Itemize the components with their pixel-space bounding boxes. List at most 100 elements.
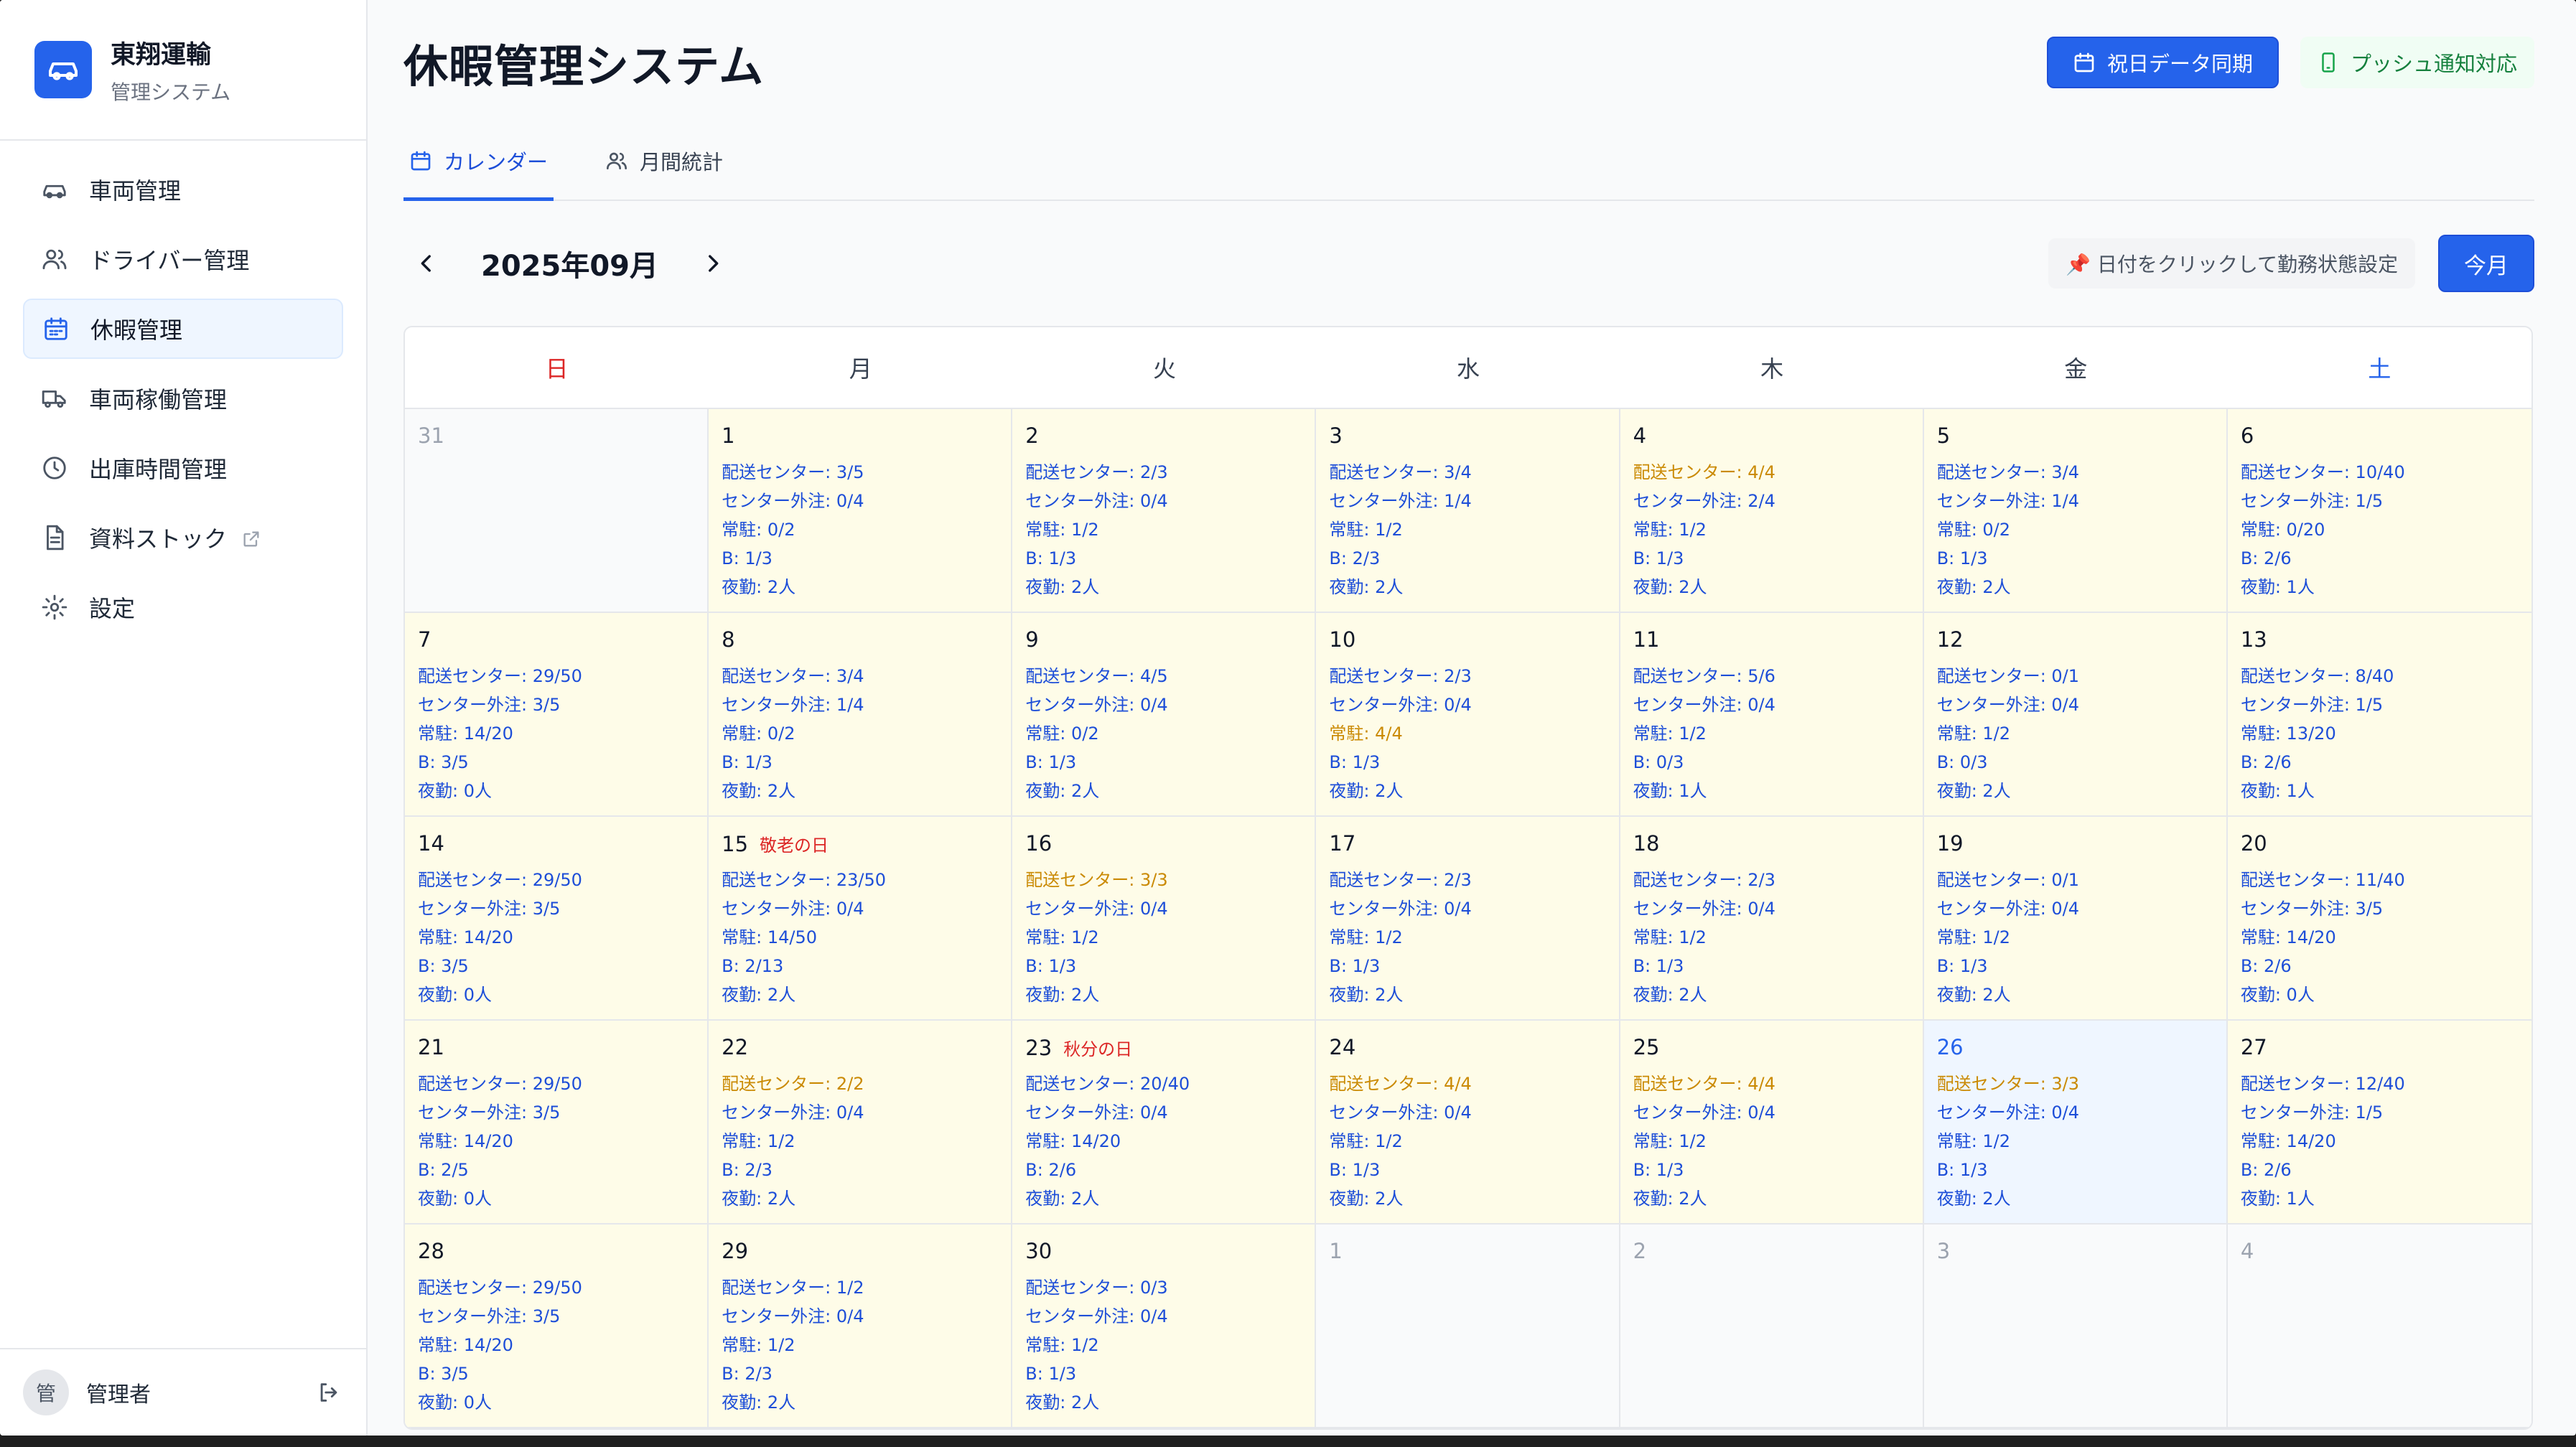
calendar-day-cell[interactable]: 17 配送センター: 2/3 センター外注: 0/4 常駐: 1/2 B: 1/3 夜勤:… <box>1316 817 1620 1021</box>
day-stats: 配送センター: 4/4 センター外注: 0/4 常駐: 1/2 B: 1/3 夜勤: 2… <box>1633 1069 1910 1213</box>
document-icon <box>40 523 69 552</box>
day-stat: B: 1/3 <box>1633 548 1684 568</box>
day-stat: 配送センター: 11/40 <box>2240 870 2405 890</box>
calendar-day-cell[interactable]: 27 配送センター: 12/40 センター外注: 1/5 常駐: 14/20 B: 2/… <box>2227 1021 2531 1224</box>
day-stat: B: 1/3 <box>1025 548 1077 568</box>
day-stats: 配送センター: 0/1 センター外注: 0/4 常駐: 1/2 B: 0/3 夜勤: 2… <box>1937 662 2213 805</box>
tab-monthly-stats[interactable]: 月間統計 <box>599 123 729 201</box>
calendar-day-cell[interactable]: 19 配送センター: 0/1 センター外注: 0/4 常駐: 1/2 B: 1/3 夜勤:… <box>1923 817 2228 1021</box>
day-stat: 常駐: 0/20 <box>2240 520 2325 540</box>
sync-holidays-button[interactable]: 祝日データ同期 <box>2046 37 2279 88</box>
this-month-button[interactable]: 今月 <box>2438 235 2534 292</box>
calendar-day-cell[interactable]: 12 配送センター: 0/1 センター外注: 0/4 常駐: 1/2 B: 0/3 夜勤:… <box>1923 613 2228 817</box>
day-stat: 夜勤: 0人 <box>418 1189 492 1209</box>
day-header: 9 <box>1025 627 1302 652</box>
day-stat: 夜勤: 0人 <box>418 1392 492 1413</box>
sidebar-item-label: 休暇管理 <box>90 317 183 344</box>
day-stats: 配送センター: 0/3 センター外注: 0/4 常駐: 1/2 B: 1/3 夜勤: 2… <box>1025 1273 1302 1417</box>
day-stat: 夜勤: 2人 <box>722 1392 796 1413</box>
calendar-day-cell[interactable]: 16 配送センター: 3/3 センター外注: 0/4 常駐: 1/2 B: 1/3 夜勤:… <box>1012 817 1317 1021</box>
logout-icon[interactable] <box>314 1378 343 1407</box>
calendar-day-cell[interactable]: 30 配送センター: 0/3 センター外注: 0/4 常駐: 1/2 B: 1/3 夜勤:… <box>1012 1224 1317 1428</box>
day-stat: センター外注: 1/5 <box>2240 1102 2384 1123</box>
day-header: 28 <box>418 1239 694 1263</box>
day-stats: 配送センター: 1/2 センター外注: 0/4 常駐: 1/2 B: 2/3 夜勤: 2… <box>722 1273 998 1417</box>
day-stat: センター外注: 1/4 <box>722 695 864 715</box>
calendar-day-cell[interactable]: 18 配送センター: 2/3 センター外注: 0/4 常駐: 1/2 B: 1/3 夜勤:… <box>1620 817 1924 1021</box>
sidebar-footer: 管 管理者 <box>0 1348 366 1436</box>
day-stat: 常駐: 1/2 <box>1633 520 1707 540</box>
sidebar-item-leave[interactable]: 休暇管理 <box>23 299 343 359</box>
day-stat: 夜勤: 2人 <box>1633 985 1707 1005</box>
calendar-day-cell[interactable]: 10 配送センター: 2/3 センター外注: 0/4 常駐: 4/4 B: 1/3 夜勤:… <box>1316 613 1620 817</box>
day-stat: B: 1/3 <box>1329 1160 1381 1180</box>
sync-holidays-label: 祝日データ同期 <box>2106 52 2253 76</box>
sidebar-item-documents[interactable]: 資料ストック <box>23 507 343 568</box>
calendar-day-cell[interactable]: 15 敬老の日 配送センター: 23/50 センター外注: 0/4 常駐: 14/50 B… <box>709 817 1013 1021</box>
calendar-day-cell[interactable]: 11 配送センター: 5/6 センター外注: 0/4 常駐: 1/2 B: 0/3 夜勤:… <box>1620 613 1924 817</box>
calendar-day-cell[interactable]: 3 配送センター: 3/4 センター外注: 1/4 常駐: 1/2 B: 2/3 夜勤: … <box>1316 409 1620 613</box>
sidebar-nav: 車両管理 ドライバー管理 休暇管理 車両稼働管理 出庫時間管理 資料ストック 設… <box>0 141 366 1348</box>
day-stat: センター外注: 0/4 <box>1025 695 1168 715</box>
day-stat: 夜勤: 2人 <box>1025 781 1100 801</box>
day-number: 24 <box>1329 1035 1356 1059</box>
prev-month-button[interactable] <box>403 240 449 286</box>
calendar-day-cell[interactable]: 24 配送センター: 4/4 センター外注: 0/4 常駐: 1/2 B: 1/3 夜勤:… <box>1316 1021 1620 1224</box>
day-number: 14 <box>418 831 444 856</box>
calendar-day-cell[interactable]: 21 配送センター: 29/50 センター外注: 3/5 常駐: 14/20 B: 2/… <box>405 1021 709 1224</box>
calendar-day-cell[interactable]: 28 配送センター: 29/50 センター外注: 3/5 常駐: 14/20 B: 3/… <box>405 1224 709 1428</box>
day-stats: 配送センター: 29/50 センター外注: 3/5 常駐: 14/20 B: 3/5 夜… <box>418 662 694 805</box>
sidebar-item-drivers[interactable]: ドライバー管理 <box>23 229 343 289</box>
calendar-day-cell[interactable]: 1 配送センター: 3/5 センター外注: 0/4 常駐: 0/2 B: 1/3 夜勤: … <box>709 409 1013 613</box>
day-stat: 夜勤: 2人 <box>1329 781 1404 801</box>
calendar-day-cell[interactable]: 22 配送センター: 2/2 センター外注: 0/4 常駐: 1/2 B: 2/3 夜勤:… <box>709 1021 1013 1224</box>
sidebar-item-vehicles[interactable]: 車両管理 <box>23 159 343 220</box>
calendar-day-cell[interactable]: 2 配送センター: 2/3 センター外注: 0/4 常駐: 1/2 B: 1/3 夜勤: … <box>1012 409 1317 613</box>
next-month-button[interactable] <box>690 240 736 286</box>
calendar-day-cell[interactable]: 7 配送センター: 29/50 センター外注: 3/5 常駐: 14/20 B: 3/5… <box>405 613 709 817</box>
tab-calendar[interactable]: カレンダー <box>403 123 554 201</box>
day-header: 18 <box>1633 831 1910 856</box>
day-stat: B: 1/3 <box>1329 956 1381 976</box>
day-stat: 配送センター: 8/40 <box>2240 666 2394 686</box>
day-stat: B: 0/3 <box>1936 752 1988 772</box>
sidebar-item-settings[interactable]: 設定 <box>23 577 343 637</box>
push-notification-button[interactable]: プッシュ通知対応 <box>2300 37 2534 88</box>
calendar-day-cell[interactable]: 9 配送センター: 4/5 センター外注: 0/4 常駐: 0/2 B: 1/3 夜勤: … <box>1012 613 1317 817</box>
day-header: 31 <box>418 423 694 448</box>
day-number: 3 <box>1329 423 1343 448</box>
day-stat: 常駐: 1/2 <box>1936 724 2011 744</box>
day-stat: B: 2/3 <box>722 1160 773 1180</box>
calendar-day-cell[interactable]: 29 配送センター: 1/2 センター外注: 0/4 常駐: 1/2 B: 2/3 夜勤:… <box>709 1224 1013 1428</box>
day-stat: 常駐: 1/2 <box>1025 520 1099 540</box>
day-header: 4 <box>1633 423 1910 448</box>
day-stats: 配送センター: 10/40 センター外注: 1/5 常駐: 0/20 B: 2/6 夜勤… <box>2241 458 2519 601</box>
calendar-day-cell[interactable]: 8 配送センター: 3/4 センター外注: 1/4 常駐: 0/2 B: 1/3 夜勤: … <box>709 613 1013 817</box>
day-stats: 配送センター: 3/3 センター外注: 0/4 常駐: 1/2 B: 1/3 夜勤: 2… <box>1937 1069 2213 1213</box>
day-stat: センター外注: 2/4 <box>1633 491 1775 511</box>
calendar-day-cell[interactable]: 4 配送センター: 4/4 センター外注: 2/4 常駐: 1/2 B: 1/3 夜勤: … <box>1620 409 1924 613</box>
calendar-day-cell[interactable]: 14 配送センター: 29/50 センター外注: 3/5 常駐: 14/20 B: 3/… <box>405 817 709 1021</box>
day-stat: 常駐: 14/20 <box>1025 1131 1121 1151</box>
calendar-day-cell[interactable]: 6 配送センター: 10/40 センター外注: 1/5 常駐: 0/20 B: 2/6 夜… <box>2227 409 2531 613</box>
day-stat: B: 2/6 <box>2240 752 2292 772</box>
day-stat: 夜勤: 2人 <box>1633 1189 1707 1209</box>
day-stat: B: 3/5 <box>418 752 469 772</box>
day-stat: 夜勤: 2人 <box>1329 577 1404 597</box>
avatar: 管 <box>23 1369 69 1415</box>
sidebar-item-vehicle-operation[interactable]: 車両稼働管理 <box>23 368 343 429</box>
brand-subtitle: 管理システム <box>111 80 231 104</box>
calendar-day-cell[interactable]: 20 配送センター: 11/40 センター外注: 3/5 常駐: 14/20 B: 2/… <box>2227 817 2531 1021</box>
day-stat: 配送センター: 4/4 <box>1633 462 1775 482</box>
calendar-day-cell[interactable]: 13 配送センター: 8/40 センター外注: 1/5 常駐: 13/20 B: 2/6… <box>2227 613 2531 817</box>
brand-name: 東翔運輸 <box>111 40 212 70</box>
day-stats: 配送センター: 29/50 センター外注: 3/5 常駐: 14/20 B: 3/5 夜… <box>418 866 694 1009</box>
sidebar-item-departure-time[interactable]: 出庫時間管理 <box>23 438 343 498</box>
calendar-day-cell[interactable]: 5 配送センター: 3/4 センター外注: 1/4 常駐: 0/2 B: 1/3 夜勤: … <box>1923 409 2228 613</box>
day-stat: 常駐: 1/2 <box>1329 1131 1403 1151</box>
calendar-day-cell[interactable]: 26 配送センター: 3/3 センター外注: 0/4 常駐: 1/2 B: 1/3 夜勤:… <box>1923 1021 2228 1224</box>
day-stat: 常駐: 0/2 <box>722 520 795 540</box>
day-stat: 常駐: 1/2 <box>1633 927 1707 947</box>
calendar-day-cell[interactable]: 25 配送センター: 4/4 センター外注: 0/4 常駐: 1/2 B: 1/3 夜勤:… <box>1620 1021 1924 1224</box>
calendar-day-cell[interactable]: 23 秋分の日 配送センター: 20/40 センター外注: 0/4 常駐: 14/20 B… <box>1012 1021 1317 1224</box>
